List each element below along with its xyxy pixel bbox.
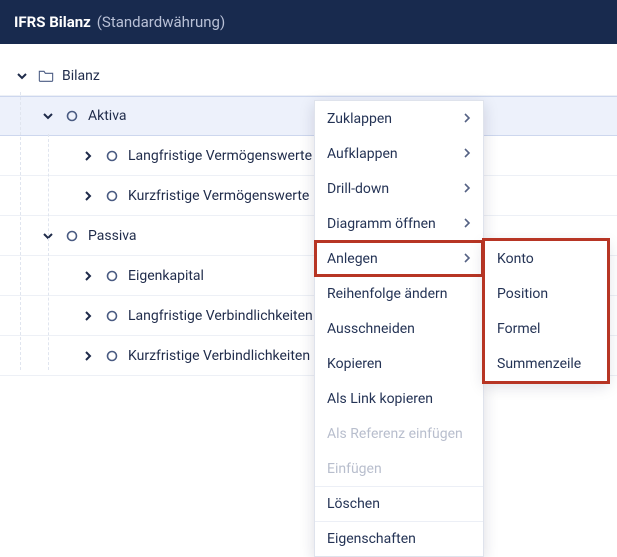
menu-item-anlegen[interactable]: Anlegen	[315, 241, 483, 276]
menu-item-label: Als Link kopieren	[327, 391, 433, 407]
menu-item-label: Einfügen	[327, 461, 382, 477]
menu-item-aufklappen[interactable]: Aufklappen	[315, 136, 483, 171]
tree-label: Kurzfristige Vermögenswerte	[128, 188, 309, 204]
menu-item-label: Konto	[497, 251, 534, 267]
tree-row-bilanz[interactable]: Bilanz	[0, 56, 617, 96]
menu-item-label: Eigenschaften	[327, 531, 416, 547]
menu-item-label: Löschen	[327, 496, 380, 512]
tree-guide-line	[48, 134, 49, 370]
submenu-item-position[interactable]: Position	[485, 276, 607, 311]
topbar: IFRS Bilanz (Standardwährung)	[0, 0, 617, 44]
menu-item-label: Ausschneiden	[327, 321, 415, 337]
page-subtitle: (Standardwährung)	[97, 13, 225, 31]
menu-item-zuklappen[interactable]: Zuklappen	[315, 101, 483, 136]
menu-item-kopieren[interactable]: Kopieren	[315, 346, 483, 381]
tree-row[interactable]: Kurzfristige Vermögenswerte	[0, 176, 617, 216]
submenu-item-summenzeile[interactable]: Summenzeile	[485, 346, 607, 381]
menu-item-label: Anlegen	[327, 251, 378, 267]
chevron-right-icon[interactable]	[80, 188, 96, 204]
menu-item-label: Kopieren	[327, 356, 382, 372]
chevron-right-icon[interactable]	[80, 148, 96, 164]
menu-item-einfuegen: Einfügen	[315, 451, 483, 486]
chevron-right-icon	[463, 216, 471, 232]
chevron-right-icon	[463, 181, 471, 197]
menu-item-label: Summenzeile	[497, 356, 581, 372]
node-icon	[104, 148, 120, 164]
tree-label: Langfristige Verbindlichkeiten	[128, 308, 313, 324]
menu-item-als-referenz: Als Referenz einfügen	[315, 416, 483, 451]
node-icon	[104, 268, 120, 284]
menu-item-label: Formel	[497, 321, 540, 337]
menu-item-drilldown[interactable]: Drill-down	[315, 171, 483, 206]
menu-item-reihenfolge[interactable]: Reihenfolge ändern	[315, 276, 483, 311]
tree-row-aktiva[interactable]: Aktiva	[0, 96, 617, 136]
menu-item-label: Diagramm öffnen	[327, 216, 436, 232]
menu-item-label: Drill-down	[327, 181, 389, 197]
menu-item-ausschneiden[interactable]: Ausschneiden	[315, 311, 483, 346]
chevron-right-icon[interactable]	[80, 268, 96, 284]
chevron-right-icon	[463, 251, 471, 267]
tree-label: Bilanz	[62, 68, 100, 84]
menu-item-label: Position	[497, 286, 548, 302]
chevron-right-icon	[463, 146, 471, 162]
menu-item-loeschen[interactable]: Löschen	[315, 486, 483, 521]
node-icon	[64, 228, 80, 244]
node-icon	[104, 188, 120, 204]
tree-label: Eigenkapital	[128, 268, 204, 284]
submenu-anlegen: Konto Position Formel Summenzeile	[484, 240, 608, 382]
tree-label: Kurzfristige Verbindlichkeiten	[128, 348, 310, 364]
menu-item-label: Als Referenz einfügen	[327, 426, 463, 442]
submenu-item-formel[interactable]: Formel	[485, 311, 607, 346]
chevron-right-icon[interactable]	[80, 348, 96, 364]
tree-label: Aktiva	[88, 108, 127, 124]
context-menu: Zuklappen Aufklappen Drill-down Diagramm…	[314, 100, 484, 557]
submenu-item-konto[interactable]: Konto	[485, 241, 607, 276]
menu-item-label: Aufklappen	[327, 146, 398, 162]
tree-label: Langfristige Vermögenswerte	[128, 148, 312, 164]
node-icon	[104, 348, 120, 364]
folder-icon	[38, 68, 54, 84]
menu-item-als-link[interactable]: Als Link kopieren	[315, 381, 483, 416]
chevron-down-icon[interactable]	[14, 68, 30, 84]
menu-item-eigenschaften[interactable]: Eigenschaften	[315, 521, 483, 556]
menu-item-diagramm[interactable]: Diagramm öffnen	[315, 206, 483, 241]
tree-guide-line	[20, 92, 21, 370]
tree-label: Passiva	[88, 228, 137, 244]
chevron-right-icon[interactable]	[80, 308, 96, 324]
chevron-down-icon[interactable]	[40, 108, 56, 124]
node-icon	[104, 308, 120, 324]
menu-item-label: Zuklappen	[327, 111, 392, 127]
node-icon	[64, 108, 80, 124]
page-title: IFRS Bilanz	[14, 13, 91, 31]
chevron-right-icon	[463, 111, 471, 127]
tree-row[interactable]: Langfristige Vermögenswerte	[0, 136, 617, 176]
menu-item-label: Reihenfolge ändern	[327, 286, 447, 302]
